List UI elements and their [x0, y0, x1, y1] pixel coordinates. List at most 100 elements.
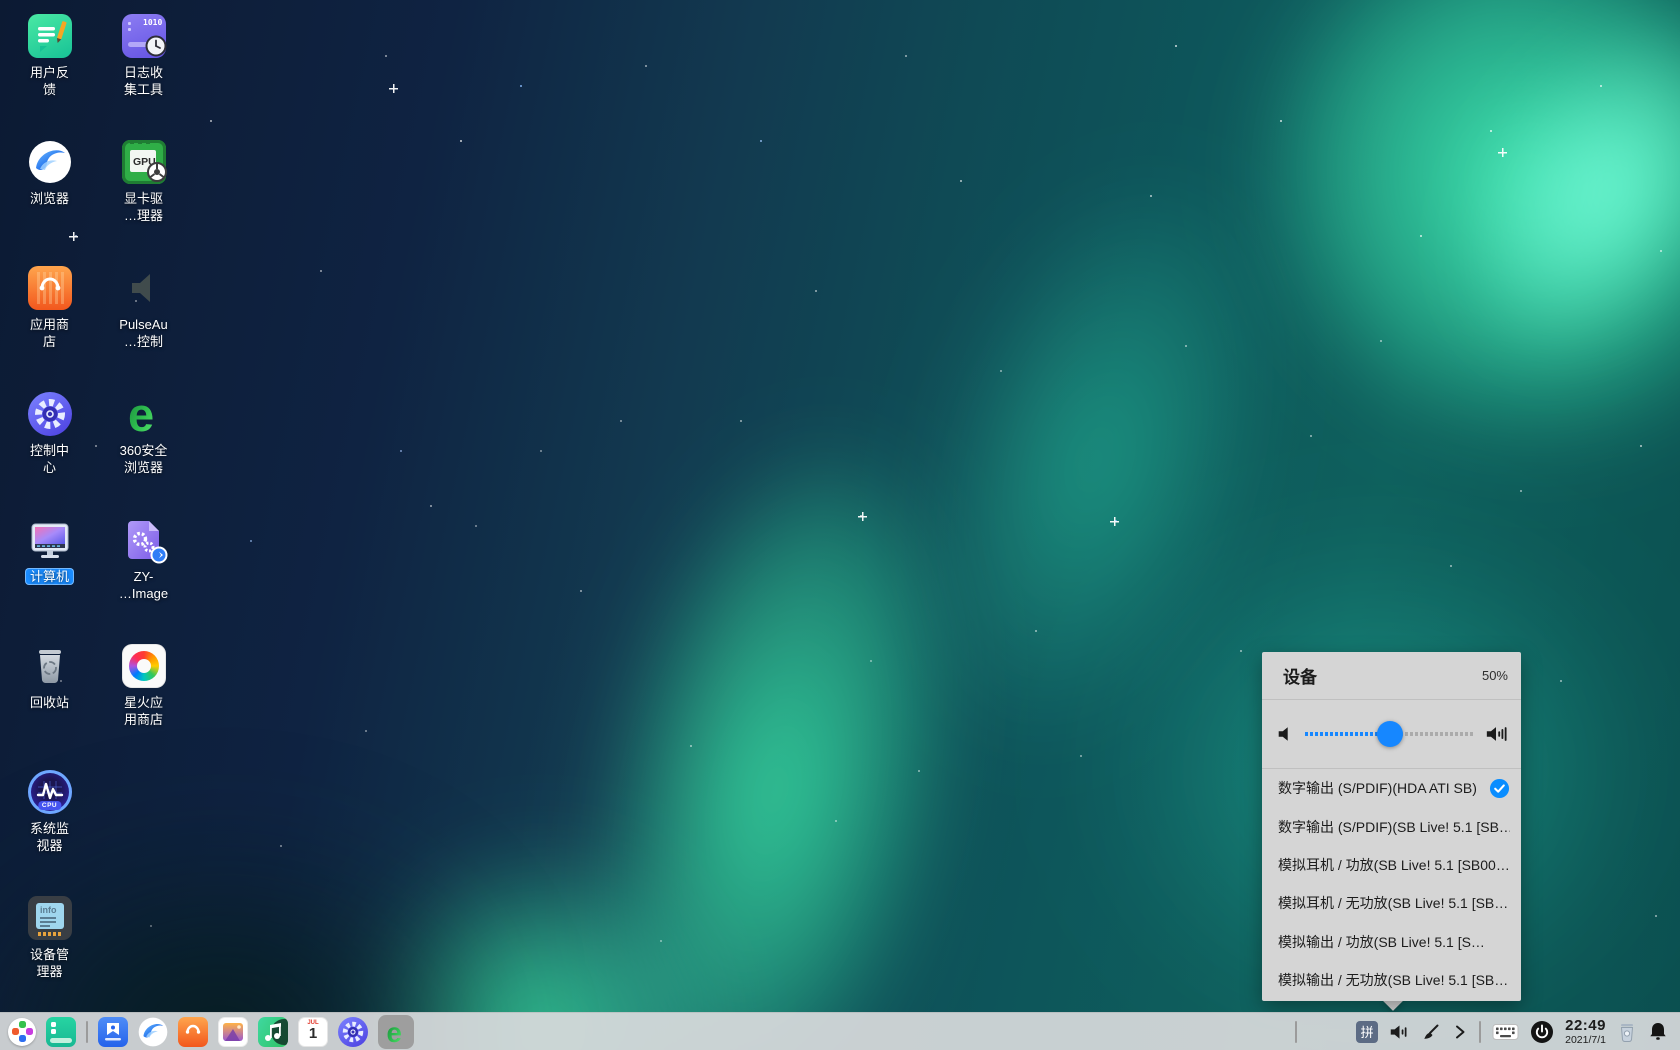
- 360-browser-active-window-button[interactable]: e: [378, 1015, 414, 1049]
- desktop-icon-gpu-driver[interactable]: GPU 显卡驱 …理器: [100, 140, 187, 266]
- file-manager-icon: [98, 1017, 128, 1047]
- volume-slider-row: [1262, 700, 1521, 769]
- icon-label: 应用商 店: [30, 316, 69, 350]
- device-label: 模拟输出 / 功放(SB Live! 5.1 [S…: [1278, 932, 1485, 952]
- star-sparkle: [858, 512, 867, 521]
- audio-device-option[interactable]: 数字输出 (S/PDIF)(SB Live! 5.1 [SB…: [1262, 807, 1521, 845]
- trash-tray-icon[interactable]: [1617, 1021, 1637, 1043]
- device-label: 模拟耳机 / 无功放(SB Live! 5.1 [SB…: [1278, 893, 1508, 913]
- desktop-icon-grid: 用户反 馈 浏览器: [6, 14, 187, 1022]
- desktop-icon-device-manager[interactable]: info 设备管 理器: [6, 896, 93, 1022]
- gpu-driver-icon: GPU: [122, 140, 166, 184]
- desktop-icon-browser[interactable]: 浏览器: [6, 140, 93, 266]
- 360-browser-icon: e: [383, 1019, 409, 1045]
- desktop-icon-app-store[interactable]: 应用商 店: [6, 266, 93, 392]
- volume-tray-icon[interactable]: [1389, 1022, 1410, 1042]
- onscreen-keyboard-icon[interactable]: [1492, 1022, 1519, 1042]
- app-store-icon: [178, 1017, 208, 1047]
- desktop-icon-spark-store[interactable]: 星火应 用商店: [100, 644, 187, 770]
- desktop-icon-zy-image[interactable]: ZY- …Image: [100, 518, 187, 644]
- recycle-bin-icon: [28, 644, 72, 688]
- calendar-icon: JUL 1: [298, 1017, 328, 1047]
- device-label: 模拟输出 / 无功放(SB Live! 5.1 [SB…: [1278, 970, 1508, 990]
- screenshot-brush-icon[interactable]: [1421, 1022, 1441, 1042]
- user-feedback-icon: [28, 14, 72, 58]
- launcher-icon: [8, 1018, 36, 1046]
- volume-slider-track[interactable]: [1305, 732, 1474, 736]
- clock-date: 2021/7/1: [1565, 1035, 1606, 1046]
- desktop-column-1: 用户反 馈 浏览器: [6, 14, 93, 1022]
- selected-check-icon: [1489, 778, 1510, 799]
- browser-dock-button[interactable]: [138, 1017, 168, 1047]
- control-center-icon: [338, 1017, 368, 1047]
- dock-app-area: JUL 1 e: [0, 1015, 414, 1049]
- dock-separator: [86, 1021, 88, 1043]
- svg-text:e: e: [387, 1019, 402, 1045]
- browser-icon: [28, 140, 72, 184]
- notification-bell-icon[interactable]: [1648, 1021, 1668, 1042]
- control-center-dock-button[interactable]: [338, 1017, 368, 1047]
- desktop-icon-computer[interactable]: 计算机: [6, 518, 93, 644]
- tray-separator: [1479, 1021, 1481, 1043]
- app-store-dock-button[interactable]: [178, 1017, 208, 1047]
- icon-label: ZY- …Image: [119, 568, 168, 602]
- icon-label: 显卡驱 …理器: [124, 190, 163, 224]
- desktop-icon-pulseaudio[interactable]: PulseAu …控制: [100, 266, 187, 392]
- audio-device-option[interactable]: 模拟耳机 / 无功放(SB Live! 5.1 [SB…: [1262, 884, 1521, 922]
- svg-text:info: info: [40, 905, 57, 915]
- desktop-icon-log-collector[interactable]: 1010 日志收 集工具: [100, 14, 187, 140]
- image-viewer-button[interactable]: [218, 1017, 248, 1047]
- volume-percent: 50%: [1482, 668, 1508, 683]
- audio-device-option[interactable]: 模拟耳机 / 功放(SB Live! 5.1 [SB00…: [1262, 846, 1521, 884]
- svg-text:e: e: [128, 392, 154, 436]
- icon-label: 控制中 心: [30, 442, 69, 476]
- volume-slider-handle[interactable]: [1377, 721, 1403, 747]
- taskbar: JUL 1 e 拼: [0, 1012, 1680, 1050]
- desktop-icon-user-feedback[interactable]: 用户反 馈: [6, 14, 93, 140]
- icon-label: 360安全 浏览器: [120, 442, 168, 476]
- pulseaudio-muted-speaker-icon: [122, 266, 166, 310]
- star-sparkle: [389, 84, 398, 93]
- desktop-icon-system-monitor[interactable]: CPU 系统监 视器: [6, 770, 93, 896]
- volume-min-icon[interactable]: [1276, 725, 1294, 743]
- audio-device-option[interactable]: 模拟输出 / 功放(SB Live! 5.1 [S…: [1262, 923, 1521, 961]
- computer-icon: [28, 518, 72, 562]
- device-label: 数字输出 (S/PDIF)(SB Live! 5.1 [SB…: [1278, 817, 1510, 837]
- icon-label: 星火应 用商店: [124, 694, 163, 728]
- input-method-indicator[interactable]: 拼: [1356, 1021, 1378, 1043]
- launcher-button[interactable]: [8, 1018, 36, 1046]
- audio-device-option[interactable]: 数字输出 (S/PDIF)(HDA ATI SB): [1262, 769, 1521, 807]
- star-sparkle: [1110, 517, 1119, 526]
- browser-icon: [138, 1017, 168, 1047]
- music-player-button[interactable]: [258, 1017, 288, 1047]
- clock-time: 22:49: [1565, 1018, 1606, 1033]
- icon-label: 系统监 视器: [30, 820, 69, 854]
- file-manager-button[interactable]: [98, 1017, 128, 1047]
- clock[interactable]: 22:49 2021/7/1: [1565, 1018, 1606, 1046]
- icon-label-selected: 计算机: [25, 568, 74, 585]
- audio-device-option[interactable]: 模拟输出 / 无功放(SB Live! 5.1 [SB…: [1262, 961, 1521, 999]
- desktop-icon-recycle-bin[interactable]: 回收站: [6, 644, 93, 770]
- svg-text:1010: 1010: [143, 18, 162, 27]
- system-tray: 拼: [1295, 1018, 1680, 1046]
- stars: [0, 0, 2, 2]
- multitasking-view-button[interactable]: [46, 1017, 76, 1047]
- device-label: 数字输出 (S/PDIF)(HDA ATI SB): [1278, 778, 1477, 798]
- log-collector-icon: 1010: [122, 14, 166, 58]
- music-icon: [258, 1017, 288, 1047]
- volume-max-icon[interactable]: [1485, 724, 1507, 744]
- multitasking-view-icon: [46, 1017, 76, 1047]
- desktop-icon-360-browser[interactable]: e 360安全 浏览器: [100, 392, 187, 518]
- system-monitor-icon: CPU: [28, 770, 72, 814]
- desktop-icon-control-center[interactable]: 控制中 心: [6, 392, 93, 518]
- tray-separator: [1295, 1021, 1297, 1043]
- device-manager-icon: info: [28, 896, 72, 940]
- star-sparkle: [1498, 148, 1507, 157]
- shutdown-icon[interactable]: [1530, 1020, 1554, 1044]
- icon-label: 回收站: [30, 694, 69, 711]
- tray-expand-chevron-icon[interactable]: [1452, 1022, 1468, 1042]
- icon-label: 设备管 理器: [30, 946, 69, 980]
- zy-image-icon: [122, 518, 166, 562]
- control-center-icon: [28, 392, 72, 436]
- calendar-button[interactable]: JUL 1: [298, 1017, 328, 1047]
